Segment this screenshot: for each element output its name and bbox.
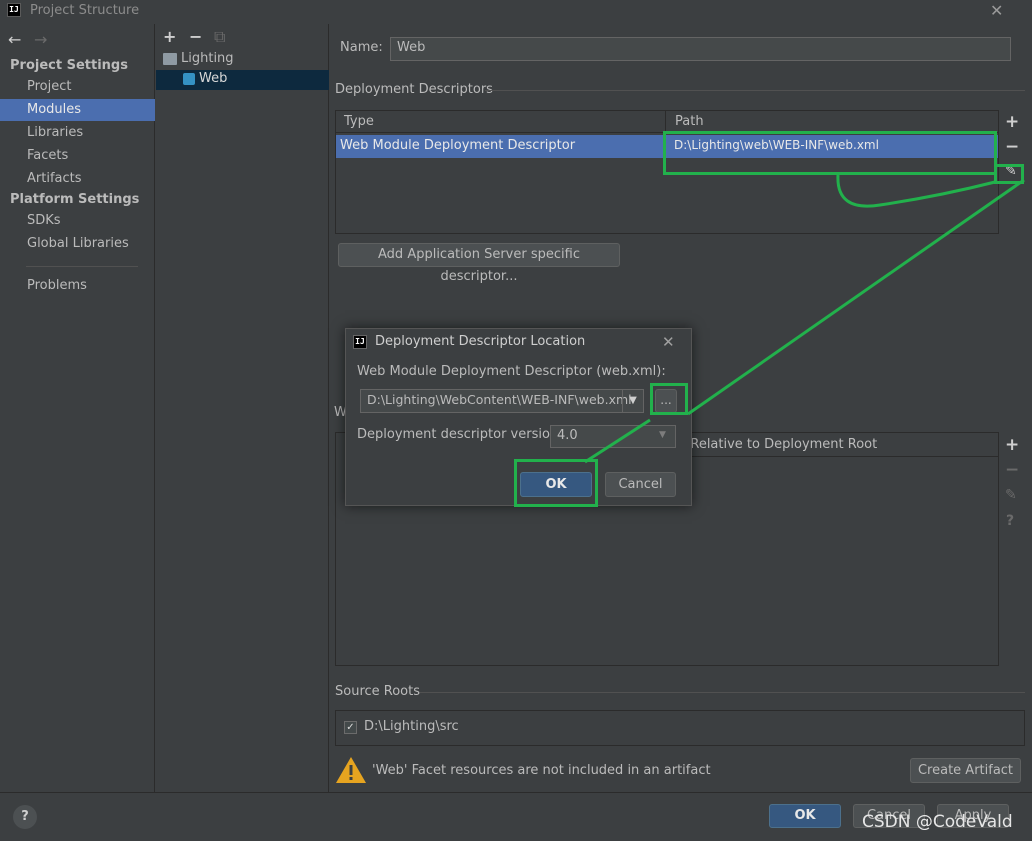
csdn-watermark: CSDN @CodeVald (862, 812, 1013, 832)
annotation-lines (584, 174, 1025, 464)
